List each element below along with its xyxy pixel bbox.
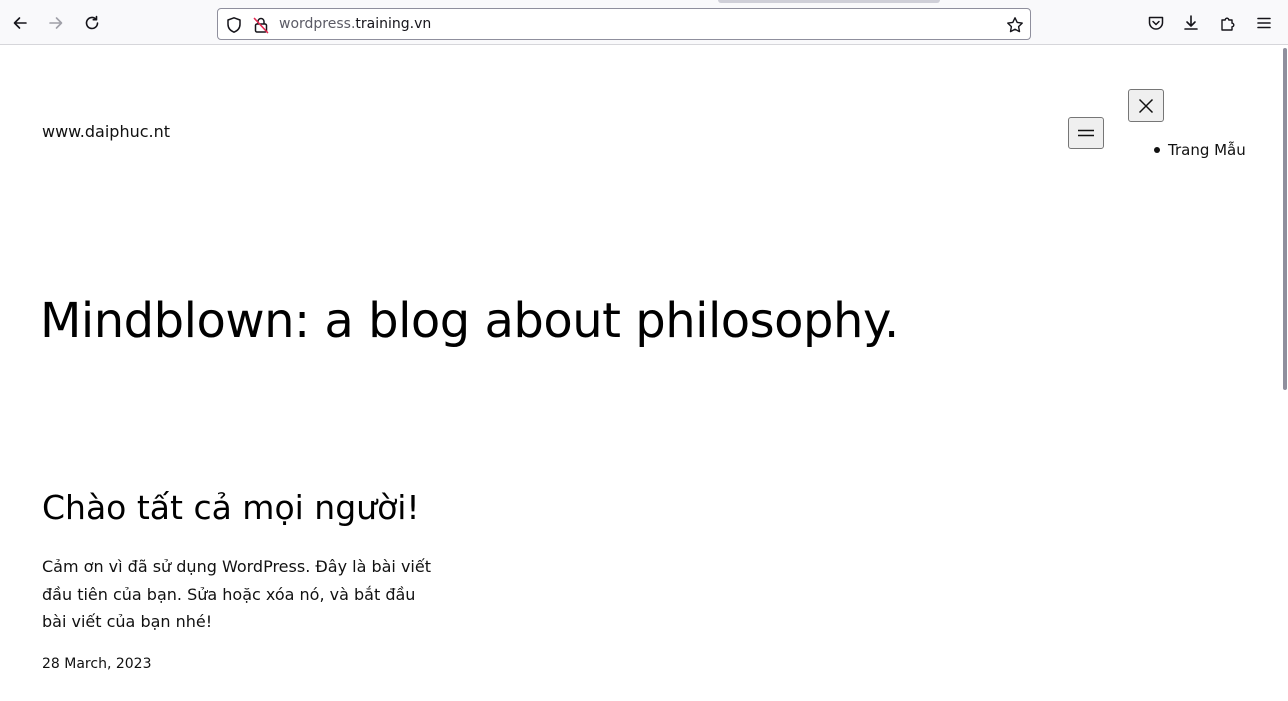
arrow-right-icon [49,17,63,29]
url-prefix: wordpress. [279,16,356,32]
hamburger-icon [1078,129,1094,137]
scrollbar-thumb[interactable] [1283,48,1287,390]
url-bar[interactable]: wordpress.training.vn [217,8,1031,40]
post-excerpt: Cảm ơn vì đã sử dụng WordPress. Đây là b… [42,553,432,636]
open-menu-button[interactable] [1068,117,1104,149]
reload-button[interactable] [79,10,105,36]
url-text[interactable]: wordpress.training.vn [279,9,431,39]
downloads-button[interactable] [1178,10,1204,36]
star-icon[interactable] [1006,16,1024,34]
site-navigation: Trang Mẫu [1154,141,1246,159]
forward-button[interactable] [43,10,69,36]
excerpt-line: đầu tiên của bạn. Sửa hoặc xóa nó, và bắ… [42,584,416,604]
excerpt-line: Cảm ơn vì đã sử dụng WordPress. Đây là b… [42,557,431,576]
arrow-left-icon [13,17,27,29]
pocket-icon [1148,16,1164,30]
url-host: training.vn [355,16,432,32]
close-menu-button[interactable] [1128,89,1164,122]
pocket-button[interactable] [1143,10,1169,36]
tab-strip-edge [718,0,940,3]
page-content: www.daiphuc.nt Trang Mẫu Mindblown: a bl… [0,45,1282,701]
bullet-icon [1154,147,1160,153]
site-title[interactable]: www.daiphuc.nt [42,122,170,141]
browser-toolbar: wordpress.training.vn [0,0,1288,45]
hamburger-icon [1257,17,1271,29]
back-button[interactable] [7,10,33,36]
puzzle-icon [1221,17,1235,31]
lock-insecure-icon[interactable] [252,16,270,34]
nav-item-trang-mau[interactable]: Trang Mẫu [1154,141,1246,159]
download-icon [1184,15,1198,30]
post-title[interactable]: Chào tất cả mọi người! [42,488,420,527]
close-icon [1138,98,1154,113]
reload-icon [85,15,99,30]
post-date[interactable]: 28 March, 2023 [42,656,151,672]
app-menu-button[interactable] [1251,10,1277,36]
shield-icon[interactable] [225,16,243,34]
nav-item-label[interactable]: Trang Mẫu [1168,141,1246,159]
extensions-button[interactable] [1215,10,1241,36]
blog-heading: Mindblown: a blog about philosophy. [40,293,899,349]
excerpt-line: bài viết của bạn nhé! [42,612,213,631]
